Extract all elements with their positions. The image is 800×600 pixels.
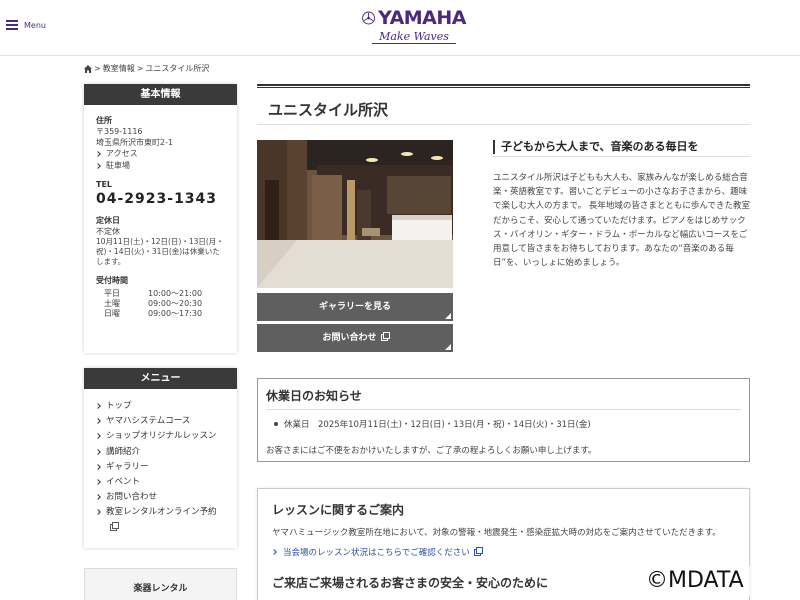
side-menu-item-teachers[interactable]: 講師紹介 [95, 445, 225, 460]
chevron-right-icon [95, 403, 101, 409]
gallery-button-label: ギャラリーを見る [318, 302, 391, 312]
notice-item: 休業日 2025年10月11日(土)・12日(日)・13日(月・祝)・14日(火… [266, 418, 741, 430]
classroom-lobby-photo [257, 140, 453, 288]
chevron-right-icon [95, 418, 101, 425]
hours-day: 土曜 [104, 299, 120, 308]
instrument-rental-panel[interactable]: 楽器レンタル [84, 568, 237, 600]
tel-number[interactable]: 04-2923-1343 [96, 191, 225, 207]
hours-label: 受付時間 [96, 276, 128, 285]
side-menu-item-label: 教室レンタルオンライン予約 [106, 507, 217, 518]
contact-button[interactable]: お問い合わせ [257, 324, 453, 352]
side-menu-item-system-course[interactable]: ヤマハシステムコース [95, 414, 225, 429]
closure-notice-box: 休業日のお知らせ 休業日 2025年10月11日(土)・12日(日)・13日(月… [257, 378, 750, 462]
side-menu-item-top[interactable]: トップ [95, 399, 225, 414]
notice-footer: お客さまにはご不便をおかけいたしますが、ご了承の程よろしくお願い申し上げます。 [266, 446, 597, 456]
breadcrumb-classroom-info[interactable]: 教室情報 [103, 63, 135, 74]
parking-link-label: 駐車場 [106, 161, 130, 170]
chevron-right-icon [95, 448, 101, 455]
basic-info-heading: 基本情報 [84, 84, 237, 105]
side-menu-item-room-rental[interactable]: 教室レンタルオンライン予約 [95, 505, 225, 535]
hours-day: 平日 [104, 289, 120, 298]
closed-days-note: 10月11日(土)・12日(日)・13日(月・祝)・14日(火)・31日(金)は… [96, 237, 224, 266]
title-underline [257, 124, 750, 125]
yamaha-logo[interactable]: YAMAHA Make Waves [362, 7, 466, 49]
side-menu-item-gallery[interactable]: ギャラリー [95, 460, 225, 475]
address: 埼玉県所沢市東町2-1 [96, 138, 174, 147]
access-link[interactable]: アクセス [95, 148, 225, 160]
side-menu-item-original-lesson[interactable]: ショップオリジナルレッスン [95, 429, 225, 444]
hamburger-icon [6, 20, 18, 30]
notice-title: 休業日のお知らせ [266, 389, 362, 403]
chevron-right-icon [271, 549, 277, 555]
hours-day: 日曜 [104, 309, 120, 318]
chevron-right-icon [95, 163, 101, 169]
side-menu-heading: メニュー [84, 368, 237, 389]
parking-link[interactable]: 駐車場 [95, 160, 225, 172]
notice-divider [266, 409, 741, 410]
chevron-right-icon [95, 494, 101, 501]
chevron-right-icon [95, 463, 101, 470]
lead-text: ユニスタイル所沢は子どもも大人も、家族みんなが楽しめる総合音楽・英語教室です。習… [493, 173, 750, 269]
lobby-illustration [257, 140, 453, 288]
chevron-right-icon [95, 479, 101, 485]
external-link-icon [380, 332, 390, 341]
lesson-title: レッスンに関するご案内 [272, 503, 405, 517]
chevron-right-icon [95, 433, 101, 440]
closed-days-label: 定休日 [96, 216, 120, 225]
breadcrumb: > 教室情報 > ユニスタイル所沢 [84, 63, 209, 74]
side-menu-item-label: 講師紹介 [106, 446, 141, 457]
brand-name: YAMAHA [378, 7, 466, 29]
closed-days-value: 不定休 [96, 227, 120, 236]
lesson-text: ヤマハミュージック教室所在地において、対象の警報・地震発生・感染症拡大時の対応を… [272, 528, 721, 538]
tuning-fork-emblem-icon [362, 11, 376, 25]
breadcrumb-separator: > [94, 64, 101, 73]
chevron-right-icon [95, 151, 101, 157]
access-link-label: アクセス [106, 149, 138, 158]
brand-slogan: Make Waves [372, 30, 456, 44]
hours-time: 09:00〜17:30 [148, 309, 203, 318]
external-link-icon [473, 546, 483, 556]
basic-info-panel: 基本情報 住所 〒359-1116 埼玉県所沢市東町2-1 アクセス 駐車場 T… [84, 84, 237, 353]
hours-time: 10:00〜21:00 [148, 289, 203, 298]
side-menu-panel: メニュー トップ ヤマハシステムコース ショップオリジナルレッスン 講師紹介 ギ… [84, 368, 237, 548]
menu-button[interactable]: Menu [6, 20, 46, 30]
side-menu-item-label: ヤマハシステムコース [106, 416, 191, 427]
lesson-status-link[interactable]: 当会場のレッスン状況はこちらでご確認ください [271, 546, 735, 558]
side-menu-item-label: ギャラリー [106, 461, 149, 472]
side-menu-item-label: トップ [106, 401, 132, 411]
copyright-watermark: ©MDATA [640, 566, 750, 596]
site-header: Menu YAMAHA Make Waves [0, 0, 800, 56]
side-menu-item-label: ショップオリジナルレッスン [106, 431, 217, 442]
breadcrumb-separator: > [136, 64, 144, 73]
title-divider [257, 84, 750, 88]
lead-heading: 子どもから大人まで、音楽のある毎日を [493, 140, 750, 154]
side-menu-item-events[interactable]: イベント [95, 475, 225, 490]
contact-button-label: お問い合わせ [322, 333, 377, 343]
side-menu-item-contact[interactable]: お問い合わせ [95, 490, 225, 505]
menu-label: Menu [24, 20, 46, 30]
breadcrumb-current: ユニスタイル所沢 [145, 64, 210, 73]
lead-underline [493, 156, 750, 157]
gallery-button[interactable]: ギャラリーを見る [257, 293, 453, 321]
hours-table: 平日 10:00〜21:00 土曜 09:00〜20:30 日曜 09:00〜17:3… [96, 289, 225, 319]
external-link-icon [110, 521, 119, 531]
hours-time: 09:00〜20:30 [148, 299, 203, 308]
side-menu-item-label: お問い合わせ [106, 492, 158, 503]
side-menu-item-label: イベント [106, 477, 141, 488]
lesson-status-link-label: 当会場のレッスン状況はこちらでご確認ください [283, 548, 470, 558]
page-title: ユニスタイル所沢 [268, 101, 389, 119]
tel-label: TEL [96, 180, 113, 189]
home-icon[interactable] [84, 64, 92, 73]
postal-code: 〒359-1116 [96, 127, 143, 136]
address-label: 住所 [96, 116, 112, 125]
chevron-right-icon [95, 509, 101, 516]
